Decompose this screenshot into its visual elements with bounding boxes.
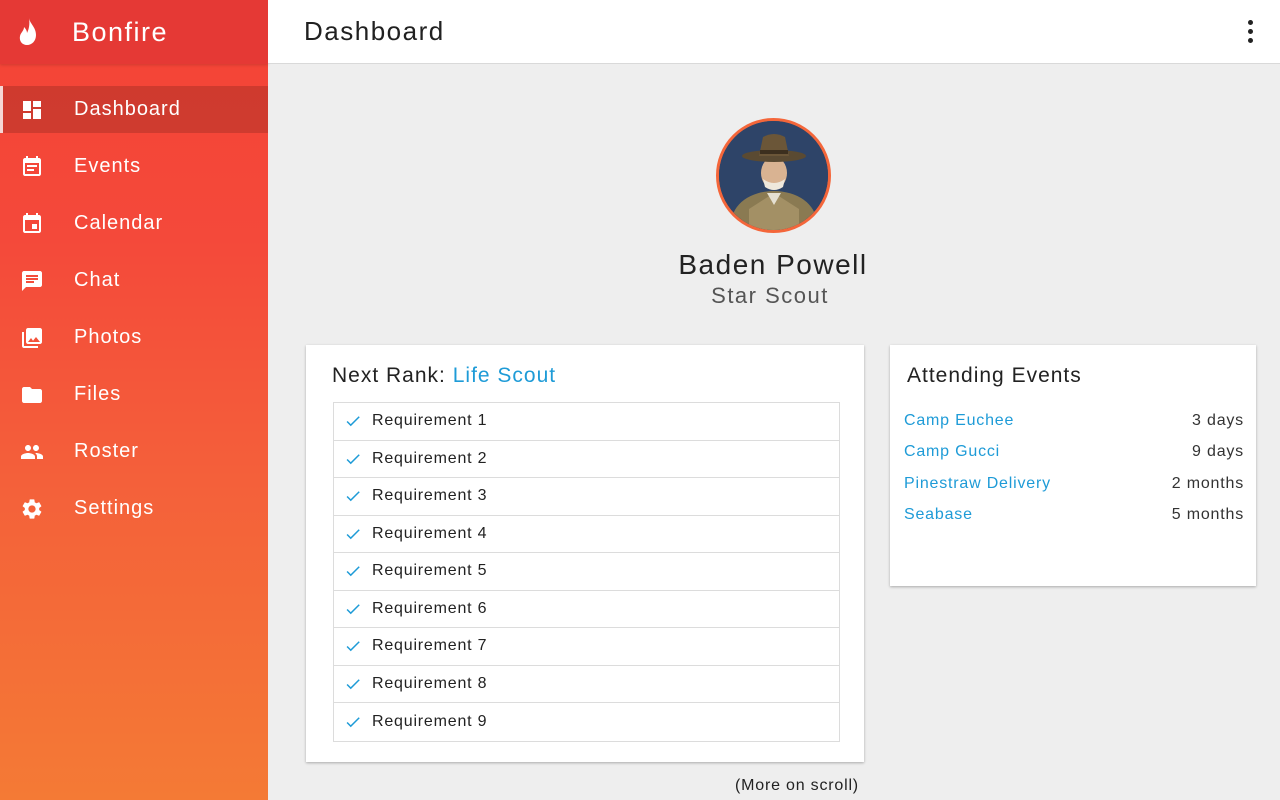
requirement-row[interactable]: Requirement 8 bbox=[334, 666, 839, 703]
dashboard-icon bbox=[0, 98, 64, 122]
check-icon bbox=[334, 525, 372, 543]
requirement-row[interactable]: Requirement 4 bbox=[334, 516, 839, 553]
check-icon bbox=[334, 450, 372, 468]
event-row: Camp Euchee 3 days bbox=[904, 405, 1244, 437]
sidebar-item-label: Calendar bbox=[74, 212, 164, 234]
event-row: Seabase 5 months bbox=[904, 500, 1244, 532]
sidebar-item-label: Events bbox=[74, 155, 142, 177]
avatar bbox=[716, 118, 831, 233]
sidebar-item-label: Files bbox=[74, 383, 122, 405]
requirements-list: Requirement 1 Requirement 2 Requirement 3 R… bbox=[333, 402, 840, 742]
check-icon bbox=[334, 487, 372, 505]
sidebar-item-settings[interactable]: Settings bbox=[0, 485, 268, 532]
event-time: 5 months bbox=[1171, 506, 1244, 524]
requirement-label: Requirement 6 bbox=[372, 599, 488, 617]
event-row: Pinestraw Delivery 2 months bbox=[904, 468, 1244, 500]
check-icon bbox=[334, 675, 372, 693]
requirement-label: Requirement 9 bbox=[372, 712, 488, 730]
sidebar-item-dashboard[interactable]: Dashboard bbox=[0, 86, 268, 133]
profile-name: Baden Powell bbox=[678, 249, 868, 280]
event-link[interactable]: Camp Gucci bbox=[904, 443, 1000, 461]
event-link[interactable]: Seabase bbox=[904, 506, 973, 524]
more-vert-icon[interactable] bbox=[1240, 18, 1260, 46]
sidebar-item-label: Chat bbox=[74, 269, 121, 291]
sidebar-item-calendar[interactable]: Calendar bbox=[0, 200, 268, 247]
check-icon bbox=[334, 412, 372, 430]
sidebar-item-label: Photos bbox=[74, 326, 143, 348]
sidebar-item-photos[interactable]: Photos bbox=[0, 314, 268, 361]
sidebar-item-label: Settings bbox=[74, 497, 155, 519]
scroll-hint: (More on scroll) bbox=[735, 777, 859, 794]
check-icon bbox=[334, 637, 372, 655]
check-icon bbox=[334, 600, 372, 618]
events-list: Camp Euchee 3 days Camp Gucci 9 days Pinestr… bbox=[904, 405, 1244, 531]
next-rank-heading: Next Rank: Life Scout bbox=[332, 364, 556, 388]
event-time: 2 months bbox=[1171, 474, 1244, 492]
sidebar-item-roster[interactable]: Roster bbox=[0, 428, 268, 475]
event-time: 3 days bbox=[1192, 411, 1244, 429]
photos-icon bbox=[0, 326, 64, 350]
requirement-label: Requirement 5 bbox=[372, 562, 488, 580]
page-title: Dashboard bbox=[304, 16, 445, 46]
attending-events-heading: Attending Events bbox=[907, 364, 1082, 387]
people-icon bbox=[0, 440, 64, 464]
sidebar-item-events[interactable]: Events bbox=[0, 143, 268, 190]
requirement-label: Requirement 1 bbox=[372, 412, 488, 430]
sidebar: Bonfire Dashboard Events Calendar Chat P… bbox=[0, 0, 268, 800]
sidebar-item-label: Dashboard bbox=[74, 98, 181, 120]
next-rank-card: Next Rank: Life Scout Requirement 1 Requi… bbox=[306, 345, 864, 762]
requirement-row[interactable]: Requirement 5 bbox=[334, 553, 839, 591]
app-name: Bonfire bbox=[72, 16, 169, 47]
requirement-row[interactable]: Requirement 9 bbox=[334, 703, 839, 741]
event-link[interactable]: Camp Euchee bbox=[904, 412, 1014, 430]
requirement-label: Requirement 3 bbox=[372, 487, 488, 505]
sidebar-item-chat[interactable]: Chat bbox=[0, 257, 268, 304]
brand-header: Bonfire bbox=[0, 0, 268, 64]
gear-icon bbox=[0, 497, 64, 521]
flame-icon bbox=[0, 17, 56, 47]
event-time: 9 days bbox=[1192, 443, 1244, 461]
requirement-label: Requirement 7 bbox=[372, 637, 488, 655]
top-app-bar: Dashboard bbox=[268, 0, 1280, 64]
requirement-label: Requirement 4 bbox=[372, 524, 488, 542]
requirement-row[interactable]: Requirement 3 bbox=[334, 478, 839, 516]
requirement-row[interactable]: Requirement 2 bbox=[334, 441, 839, 478]
requirement-row[interactable]: Requirement 6 bbox=[334, 591, 839, 628]
sidebar-item-files[interactable]: Files bbox=[0, 371, 268, 418]
chat-icon bbox=[0, 269, 64, 293]
profile-rank: Star Scout bbox=[711, 283, 829, 308]
next-rank-link[interactable]: Life Scout bbox=[453, 364, 556, 387]
requirement-label: Requirement 2 bbox=[372, 449, 488, 467]
attending-events-card: Attending Events Camp Euchee 3 days Camp G… bbox=[890, 345, 1256, 586]
event-row: Camp Gucci 9 days bbox=[904, 437, 1244, 469]
sidebar-item-label: Roster bbox=[74, 440, 139, 462]
requirement-row[interactable]: Requirement 7 bbox=[334, 628, 839, 666]
folder-icon bbox=[0, 383, 64, 407]
requirement-label: Requirement 8 bbox=[372, 674, 488, 692]
check-icon bbox=[334, 713, 372, 731]
calendar-icon bbox=[0, 212, 64, 236]
next-rank-prefix: Next Rank: bbox=[332, 364, 453, 387]
event-link[interactable]: Pinestraw Delivery bbox=[904, 475, 1051, 493]
requirement-row[interactable]: Requirement 1 bbox=[334, 403, 839, 441]
sidebar-nav: Dashboard Events Calendar Chat Photos Fi… bbox=[0, 86, 268, 532]
event-note-icon bbox=[0, 155, 64, 179]
check-icon bbox=[334, 562, 372, 580]
